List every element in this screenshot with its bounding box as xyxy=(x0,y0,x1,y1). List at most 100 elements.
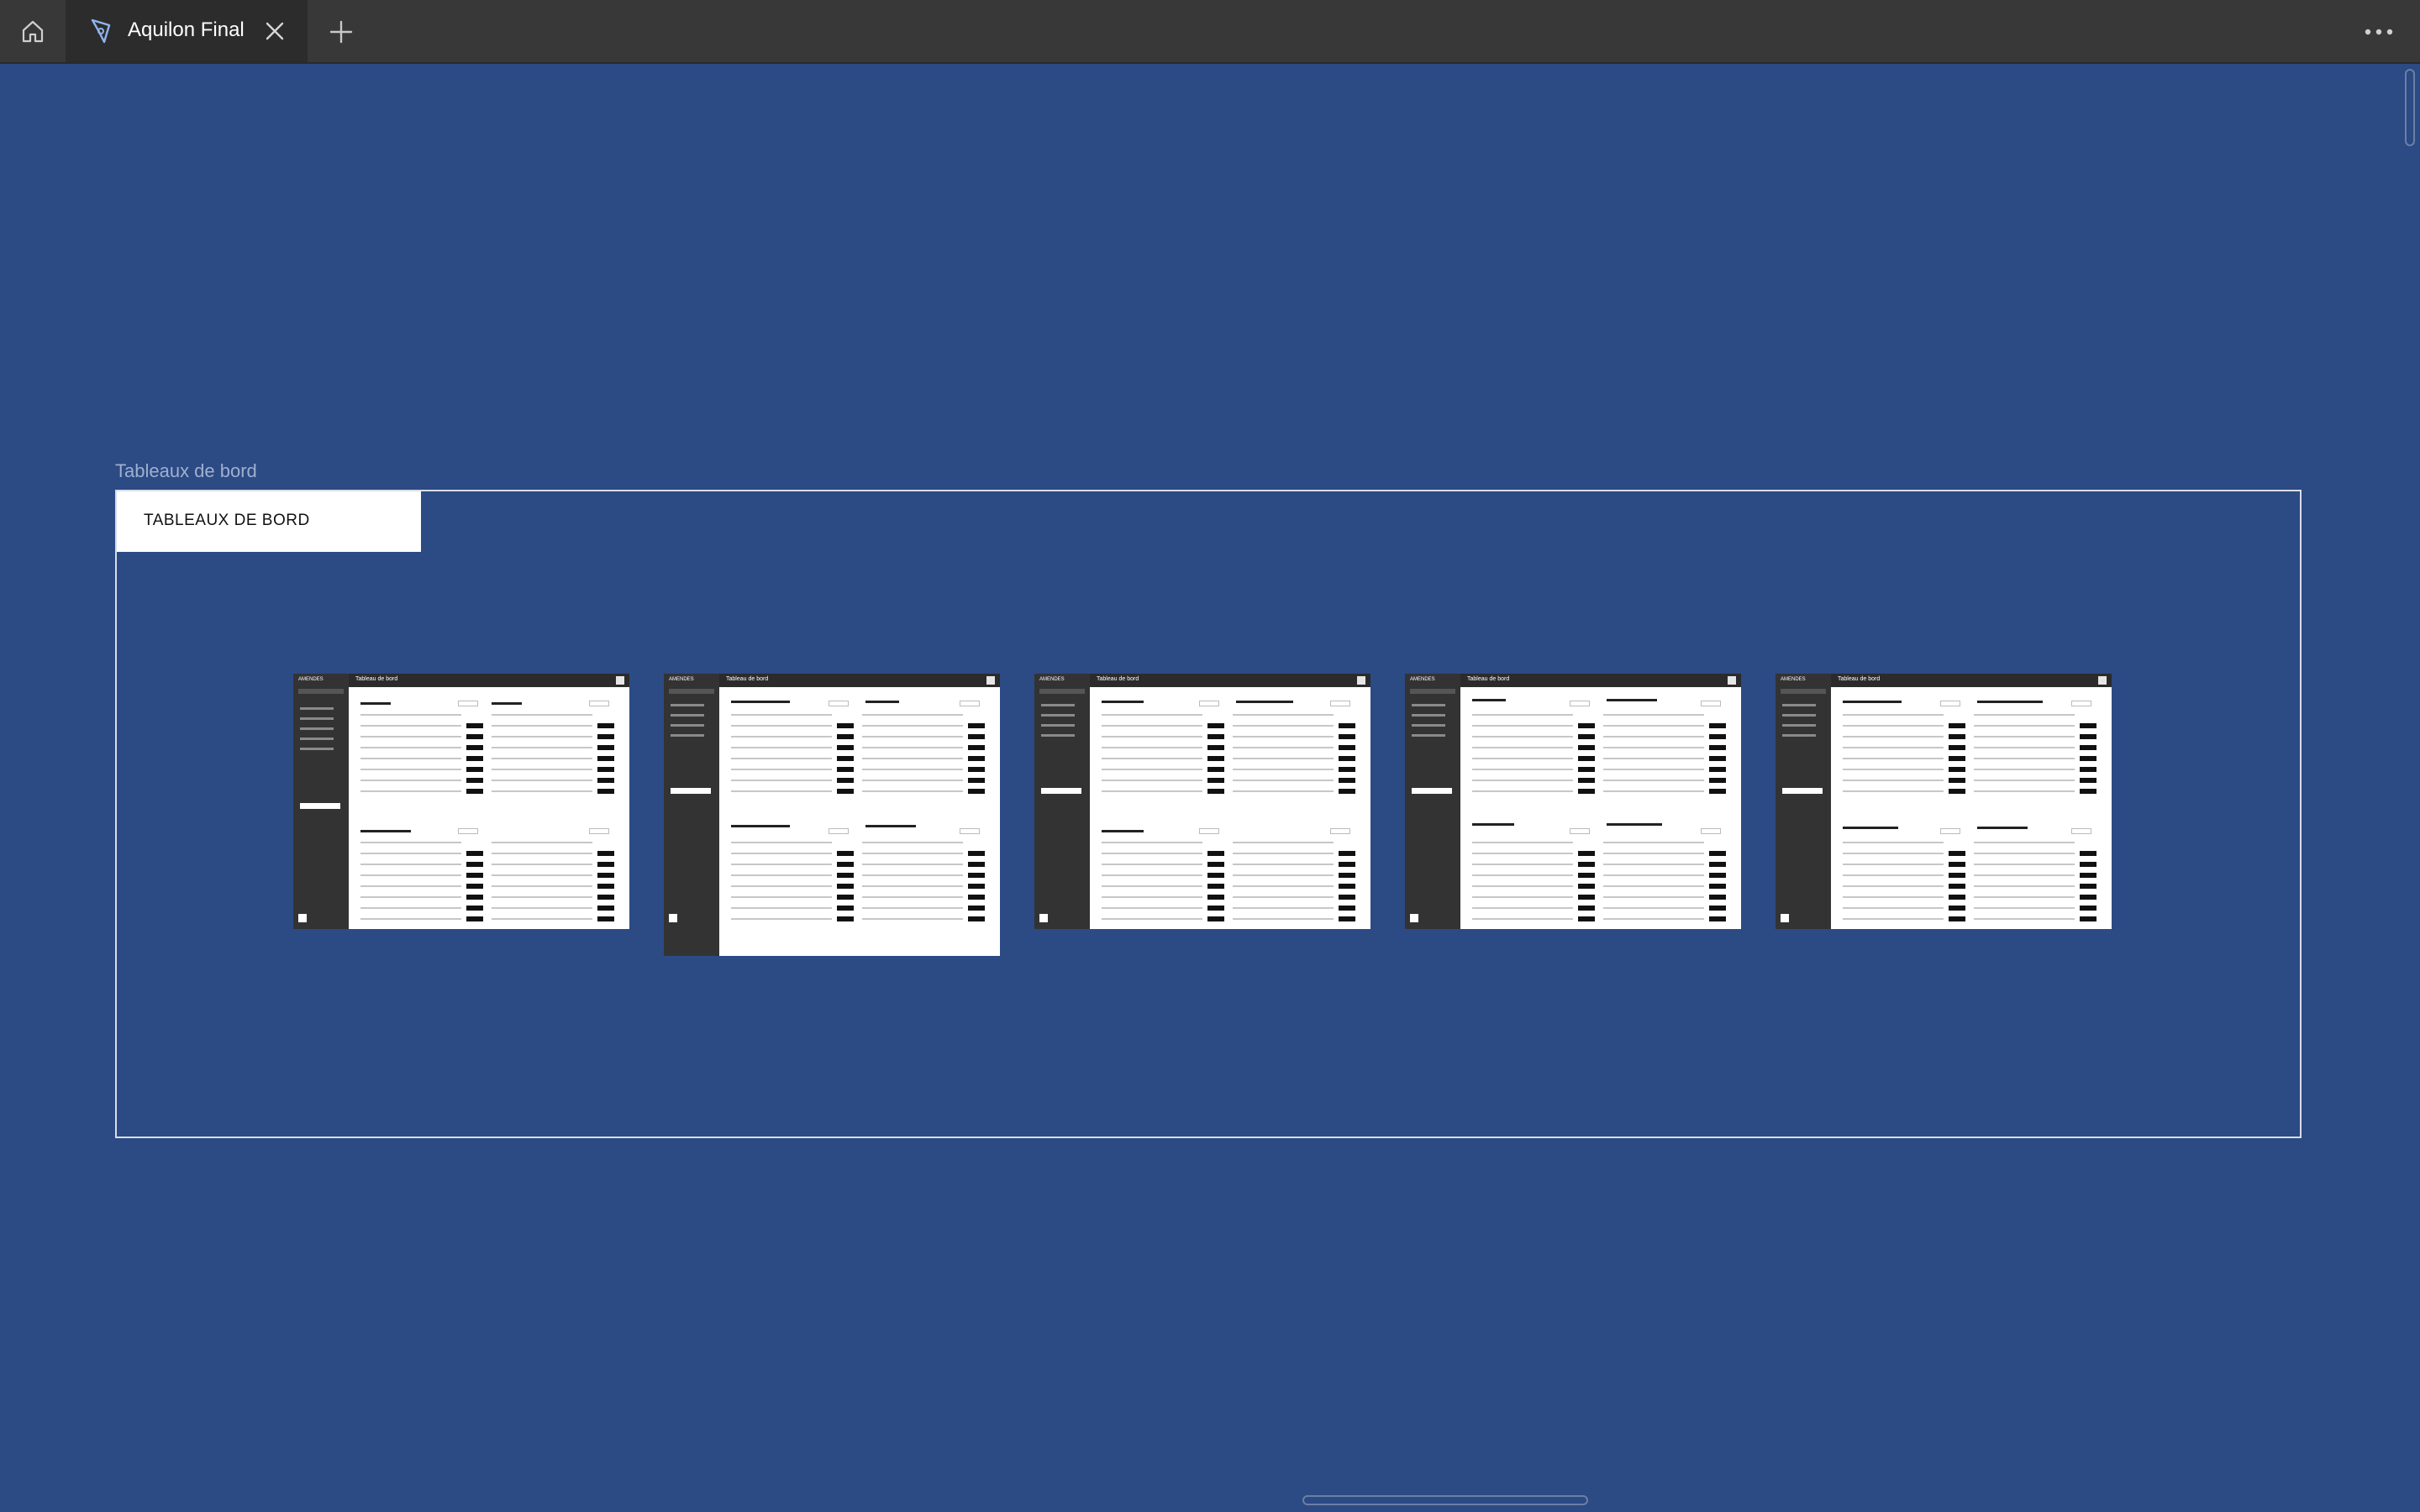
thumb-filter-control xyxy=(1701,828,1721,834)
thumb-table-row xyxy=(862,907,963,909)
thumb-table-row xyxy=(731,714,832,716)
thumb-table-row xyxy=(1102,918,1202,920)
thumb-table-row xyxy=(1102,896,1202,898)
thumb-table-row xyxy=(1102,864,1202,865)
thumb-row-action xyxy=(1339,734,1355,739)
thumb-row-action xyxy=(2080,895,2096,900)
thumb-row-action xyxy=(837,734,854,739)
thumb-panel-title xyxy=(492,702,522,705)
close-icon[interactable] xyxy=(262,18,287,44)
section-header[interactable]: TABLEAUX DE BORD xyxy=(117,491,421,552)
thumb-row-action xyxy=(1578,906,1595,911)
thumb-table-row xyxy=(1843,874,1944,876)
home-button[interactable] xyxy=(0,0,67,62)
thumb-row-action xyxy=(1339,895,1355,900)
thumb-filter-control xyxy=(1570,828,1590,834)
dashboard-thumbnail-2[interactable]: AMENDES Tableau de bord xyxy=(664,674,1000,956)
plus-icon[interactable] xyxy=(326,17,356,47)
thumb-table-row xyxy=(360,874,461,876)
thumb-row-action xyxy=(968,734,985,739)
thumb-table-row xyxy=(1974,758,2075,759)
tab-aquilon-final[interactable]: Aquilon Final xyxy=(67,0,308,62)
thumb-row-action xyxy=(1339,723,1355,728)
thumb-table-row xyxy=(862,714,963,716)
thumb-table-row xyxy=(1974,918,2075,920)
thumb-row-action xyxy=(968,884,985,889)
thumb-table-row xyxy=(1472,885,1573,887)
thumb-table-row xyxy=(862,725,963,727)
dashboard-thumbnail-3[interactable]: AMENDES Tableau de bord xyxy=(1034,674,1370,929)
thumb-table-row xyxy=(1974,725,2075,727)
thumb-filter-control xyxy=(960,701,980,706)
thumb-table-row xyxy=(1102,874,1202,876)
thumb-row-action xyxy=(1709,906,1726,911)
thumb-table-row xyxy=(492,864,592,865)
dashboard-thumbnail-1[interactable]: AMENDES Tableau de bord xyxy=(293,674,629,929)
thumb-table-row xyxy=(731,853,832,854)
thumb-row-action xyxy=(2080,723,2096,728)
thumb-row-action xyxy=(1578,734,1595,739)
thumb-filter-control xyxy=(2071,828,2091,834)
thumb-table-row xyxy=(1102,736,1202,738)
thumb-row-action xyxy=(466,723,483,728)
thumb-row-action xyxy=(1709,767,1726,772)
thumb-table-row xyxy=(360,885,461,887)
thumb-filter-control xyxy=(458,828,478,834)
thumb-panel-title xyxy=(360,830,411,832)
thumb-table-row xyxy=(1974,864,2075,865)
thumb-table-row xyxy=(1102,714,1202,716)
thumb-table-row xyxy=(1233,747,1334,748)
thumb-table-row xyxy=(492,780,592,781)
more-horizontal-icon[interactable] xyxy=(2361,17,2396,47)
thumb-table-row xyxy=(1102,769,1202,770)
thumb-table-row xyxy=(1843,747,1944,748)
dashboard-thumbnail-4[interactable]: AMENDES Tableau de bord xyxy=(1405,674,1741,929)
thumb-brand: AMENDES xyxy=(1781,677,1806,682)
thumb-table-row xyxy=(492,918,592,920)
thumb-table-row xyxy=(731,747,832,748)
thumb-nav-item xyxy=(1412,734,1445,737)
thumb-row-action xyxy=(1339,916,1355,921)
thumb-row-action xyxy=(837,789,854,794)
thumb-row-action xyxy=(466,745,483,750)
thumb-table-row xyxy=(492,853,592,854)
thumb-row-action xyxy=(1709,745,1726,750)
thumb-table-row xyxy=(1102,853,1202,854)
thumb-avatar xyxy=(298,914,307,922)
thumb-table-row xyxy=(862,842,963,843)
thumb-table-row xyxy=(1603,725,1704,727)
thumb-row-action xyxy=(466,767,483,772)
thumb-table-row xyxy=(1102,790,1202,792)
thumb-row-action xyxy=(1578,873,1595,878)
thumb-table-row xyxy=(1472,896,1573,898)
thumb-table-row xyxy=(1102,725,1202,727)
thumb-table-row xyxy=(1233,885,1334,887)
thumb-header-button xyxy=(1728,676,1736,685)
thumb-row-action xyxy=(1578,723,1595,728)
thumb-row-action xyxy=(466,906,483,911)
thumb-table-row xyxy=(862,874,963,876)
thumb-table-row xyxy=(1603,853,1704,854)
thumb-filter-control xyxy=(458,701,478,706)
thumb-table-row xyxy=(1843,842,1944,843)
thumb-table-row xyxy=(731,780,832,781)
thumb-row-action xyxy=(837,884,854,889)
thumb-row-action xyxy=(2080,851,2096,856)
thumb-table-row xyxy=(1472,780,1573,781)
thumb-title: Tableau de bord xyxy=(355,676,398,682)
thumb-row-action xyxy=(466,884,483,889)
thumb-table-row xyxy=(1472,736,1573,738)
thumb-row-action xyxy=(837,873,854,878)
thumb-avatar xyxy=(1039,914,1048,922)
thumb-table-row xyxy=(862,790,963,792)
thumb-table-row xyxy=(1603,780,1704,781)
vertical-scrollbar[interactable] xyxy=(2405,69,2415,146)
thumb-table-row xyxy=(1472,907,1573,909)
thumb-table-row xyxy=(360,842,461,843)
horizontal-scrollbar[interactable] xyxy=(1302,1495,1588,1505)
thumb-row-action xyxy=(597,862,614,867)
thumb-table-row xyxy=(1974,736,2075,738)
dashboard-thumbnail-5[interactable]: AMENDES Tableau de bord xyxy=(1776,674,2112,929)
thumb-row-action xyxy=(1709,789,1726,794)
section-label: Tableaux de bord xyxy=(115,460,257,481)
